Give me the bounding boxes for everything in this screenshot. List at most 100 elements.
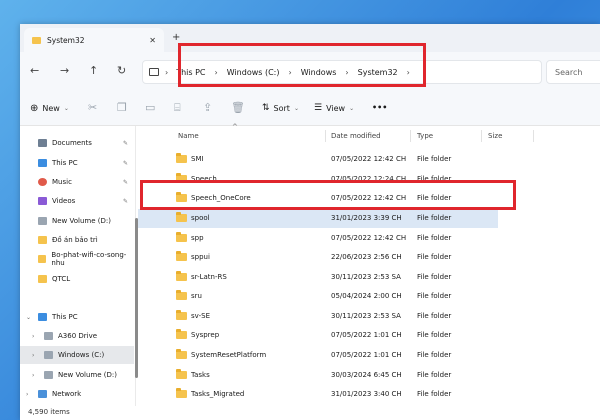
file-date: 07/05/2022 12:42 CH <box>331 194 407 202</box>
chevron-right-icon[interactable]: › <box>32 333 34 340</box>
file-date: 30/11/2023 2:53 SA <box>331 273 401 281</box>
sidebar-item-label: Windows (C:) <box>58 351 105 359</box>
sidebar-item-label: Network <box>52 390 82 398</box>
chevron-down-icon[interactable]: ⌄ <box>26 314 31 321</box>
sidebar-item-documents[interactable]: Documents ✎ <box>20 134 134 152</box>
rename-icon[interactable]: ⌸ <box>174 101 181 115</box>
file-date: 30/11/2023 2:53 SA <box>331 312 401 320</box>
file-type: File folder <box>417 155 452 163</box>
copy-icon[interactable]: ❐ <box>117 101 127 114</box>
sidebar-item-network[interactable]: › Network <box>20 385 134 403</box>
close-icon[interactable]: ✕ <box>149 36 156 45</box>
more-options-button[interactable]: ••• <box>372 103 387 112</box>
file-name: sv-SE <box>191 312 210 320</box>
breadcrumb-system32[interactable]: System32 <box>358 68 398 77</box>
sidebar-item-this-pc[interactable]: ⌄ This PC <box>20 308 134 326</box>
column-divider[interactable] <box>410 130 411 142</box>
sidebar-item-a360-drive[interactable]: › A360 Drive <box>20 327 134 345</box>
file-row[interactable]: sppui 22/06/2023 2:56 CH File folder <box>138 248 498 267</box>
breadcrumb-windows-c[interactable]: Windows (C:) <box>227 68 280 77</box>
file-row[interactable]: sv-SE 30/11/2023 2:53 SA File folder <box>138 307 498 326</box>
file-row[interactable]: sr-Latn-RS 30/11/2023 2:53 SA File folde… <box>138 268 498 287</box>
file-date: 31/01/2023 3:39 CH <box>331 214 402 222</box>
new-button[interactable]: ⊕ New ⌄ <box>30 103 69 114</box>
file-type: File folder <box>417 331 452 339</box>
sidebar-item-new-volume-d[interactable]: New Volume (D:) <box>20 212 134 230</box>
refresh-icon[interactable]: ↻ <box>117 64 126 77</box>
pin-icon: ✎ <box>122 139 128 147</box>
sidebar-item-windows-c[interactable]: › Windows (C:) <box>20 346 134 364</box>
new-tab-icon[interactable]: + <box>172 32 180 43</box>
sidebar-item-this-pc-quick[interactable]: This PC ✎ <box>20 154 134 172</box>
column-header-type[interactable]: Type <box>417 128 433 144</box>
chevron-right-icon[interactable]: › <box>32 352 34 359</box>
chevron-right-icon: › <box>165 67 169 77</box>
chevron-right-icon[interactable]: › <box>32 372 34 379</box>
status-bar-item-count: 4,590 items <box>28 408 70 416</box>
navigation-pane: Documents ✎ This PC ✎ Music ✎ Videos ✎ N… <box>20 126 138 406</box>
view-button[interactable]: ☰ View ⌄ <box>314 103 354 113</box>
folder-icon <box>32 36 41 44</box>
column-header-name[interactable]: Name <box>178 128 199 144</box>
sort-button[interactable]: ⇅ Sort ⌄ <box>262 103 299 113</box>
delete-icon[interactable]: 🗑 <box>231 101 245 114</box>
file-row[interactable]: SystemResetPlatform 07/05/2022 1:01 CH F… <box>138 346 498 365</box>
column-divider[interactable] <box>481 130 482 142</box>
column-header-size[interactable]: Size <box>488 128 502 144</box>
sidebar-item-bo-phat-wifi[interactable]: Bo-phat-wifi-co-song-nhu <box>20 250 134 268</box>
folder-icon <box>176 173 187 183</box>
chevron-right-icon[interactable]: › <box>26 391 28 398</box>
address-bar[interactable]: › This PC › Windows (C:) › Windows › Sys… <box>142 60 542 84</box>
chevron-right-icon: › <box>214 67 218 77</box>
search-input[interactable]: Search <box>546 60 600 84</box>
file-row[interactable]: spp 07/05/2022 12:42 CH File folder <box>138 229 498 248</box>
file-name: spp <box>191 234 204 242</box>
file-row-selected[interactable]: spool 31/01/2023 3:39 CH File folder <box>138 209 498 228</box>
file-row[interactable]: SMI 07/05/2022 12:42 CH File folder <box>138 150 498 169</box>
sort-button-label: Sort <box>273 103 290 113</box>
navigation-bar: ← → ↑ ↻ › This PC › Windows (C:) › Windo… <box>20 52 600 92</box>
sidebar-item-label: QTCL <box>52 275 71 283</box>
file-row[interactable]: Tasks_Migrated 31/01/2023 3:40 CH File f… <box>138 385 498 404</box>
share-icon[interactable]: ⇪ <box>203 101 212 114</box>
folder-icon <box>176 329 187 339</box>
network-icon <box>38 390 47 398</box>
breadcrumb-this-pc[interactable]: This PC <box>176 68 205 77</box>
column-divider[interactable] <box>533 130 534 142</box>
music-icon <box>38 178 47 186</box>
file-date: 07/05/2022 1:01 CH <box>331 331 402 339</box>
paste-icon[interactable]: ▭ <box>145 101 155 114</box>
sidebar-item-do-an-bao-tri[interactable]: Đồ án bảo trì <box>20 231 134 249</box>
up-icon[interactable]: ↑ <box>89 64 98 77</box>
drive-icon <box>44 332 53 340</box>
file-row[interactable]: Sysprep 07/05/2022 1:01 CH File folder <box>138 326 498 345</box>
folder-icon <box>176 388 187 398</box>
file-row[interactable]: Speech_OneCore 07/05/2022 12:42 CH File … <box>138 189 498 208</box>
column-header-date[interactable]: Date modified <box>331 128 381 144</box>
pin-icon: ✎ <box>122 197 128 205</box>
file-row[interactable]: Tasks 30/03/2024 6:45 CH File folder <box>138 366 498 385</box>
drive-icon <box>38 217 47 225</box>
folder-icon <box>176 271 187 281</box>
sidebar-item-videos[interactable]: Videos ✎ <box>20 192 134 210</box>
folder-icon <box>176 369 187 379</box>
sidebar-item-label: A360 Drive <box>58 332 98 340</box>
sidebar-item-new-volume-d-pc[interactable]: › New Volume (D:) <box>20 366 134 384</box>
sidebar-item-qtcl[interactable]: QTCL <box>20 270 134 288</box>
tab-system32[interactable]: System32 ✕ <box>24 28 164 52</box>
file-type: File folder <box>417 253 452 261</box>
chevron-right-icon: › <box>288 67 292 77</box>
chevron-right-icon[interactable]: › <box>407 68 410 77</box>
column-divider[interactable] <box>325 130 326 142</box>
back-icon[interactable]: ← <box>30 64 39 77</box>
breadcrumb-windows[interactable]: Windows <box>301 68 337 77</box>
forward-icon[interactable]: → <box>60 64 69 77</box>
file-row[interactable]: sru 05/04/2024 2:00 CH File folder <box>138 287 498 306</box>
file-type: File folder <box>417 273 452 281</box>
file-type: File folder <box>417 292 452 300</box>
cut-icon[interactable]: ✂ <box>88 101 97 114</box>
sidebar-item-label: Videos <box>52 197 76 205</box>
file-row[interactable]: Speech 07/05/2022 12:24 CH File folder <box>138 170 498 189</box>
sidebar-item-music[interactable]: Music ✎ <box>20 173 134 191</box>
view-button-label: View <box>326 103 346 113</box>
